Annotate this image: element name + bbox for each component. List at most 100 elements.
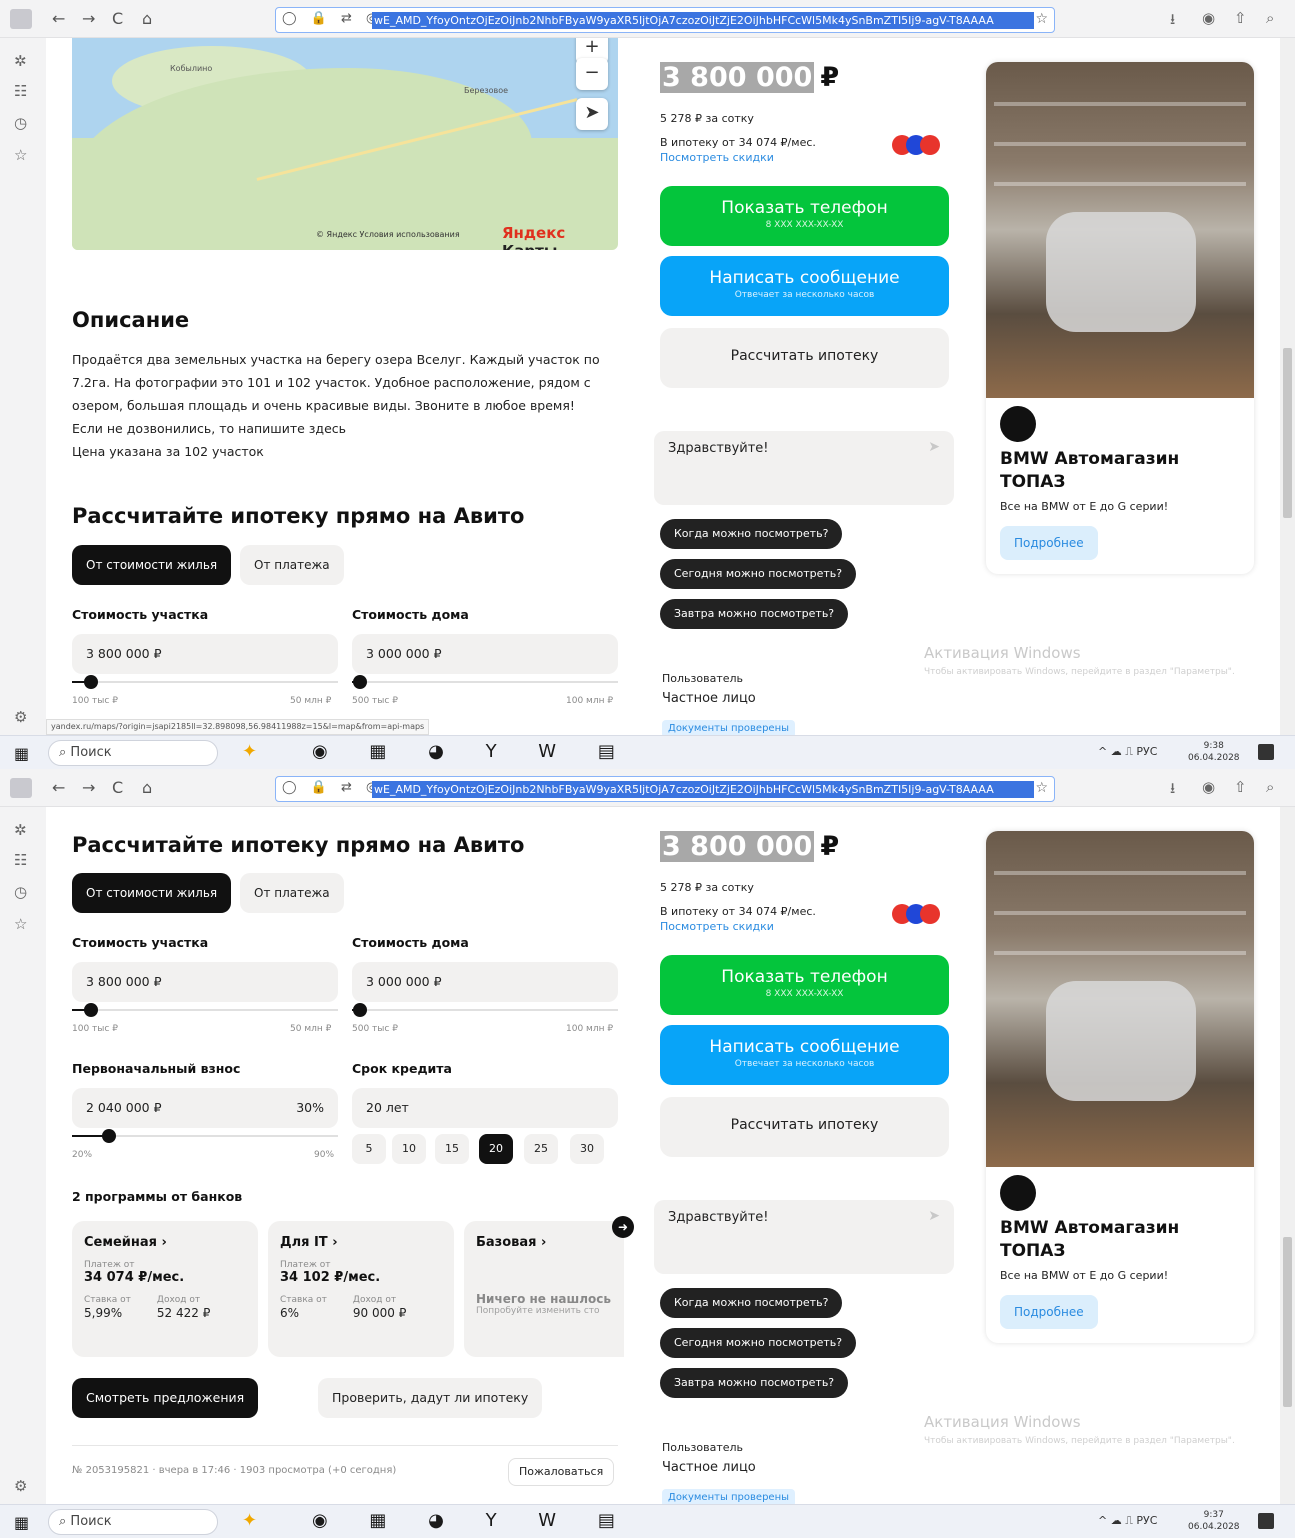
house-cost-input[interactable]: 3 000 000 ₽ <box>352 634 618 674</box>
ad-image[interactable] <box>986 831 1254 1167</box>
back-icon[interactable]: ← <box>52 9 65 28</box>
chat-input[interactable]: Здравствуйте! ➤ <box>654 1200 954 1274</box>
settings-icon[interactable]: ⚙ <box>14 1477 27 1495</box>
ad-card[interactable]: BMW Автомагазин ТОПАЗ Все на BMW от E до… <box>986 62 1254 574</box>
reload-icon[interactable]: C <box>112 778 123 797</box>
taskbar-search[interactable]: ⌕ Поиск <box>48 1509 218 1535</box>
favorites-icon[interactable]: ☆ <box>14 915 27 933</box>
quick-reply-when[interactable]: Когда можно посмотреть? <box>660 1288 843 1318</box>
home-icon[interactable]: ⌂ <box>142 9 152 28</box>
copilot-icon[interactable]: ✦ <box>242 741 257 762</box>
account-icon[interactable]: ◉ <box>1202 778 1215 796</box>
account-icon[interactable]: ◉ <box>1202 9 1215 27</box>
notifications-icon[interactable] <box>1258 744 1274 760</box>
site-info-icons[interactable]: ◯ 🔒 ⇄ ◎ <box>282 780 382 795</box>
ad-more-button[interactable]: Подробнее <box>1000 526 1098 560</box>
down-payment-slider[interactable] <box>72 1128 338 1144</box>
library-icon[interactable]: ☷ <box>14 82 27 100</box>
write-message-button[interactable]: Написать сообщение Отвечает за несколько … <box>660 1025 949 1085</box>
slider-knob[interactable] <box>84 1003 98 1017</box>
complain-button[interactable]: Пожаловаться <box>508 1458 615 1486</box>
notifications-icon[interactable] <box>1258 1513 1274 1529</box>
seller-type[interactable]: Частное лицо <box>662 691 756 706</box>
forward-icon[interactable]: → <box>82 778 95 797</box>
quick-reply-today[interactable]: Сегодня можно посмотреть? <box>660 559 857 589</box>
down-payment-input[interactable]: 2 040 000 ₽30% <box>72 1088 338 1128</box>
term-option[interactable]: 5 <box>352 1134 386 1164</box>
quick-reply-when[interactable]: Когда можно посмотреть? <box>660 519 843 549</box>
system-tray[interactable]: ^ ☁ ⎍ РУС <box>1098 1514 1157 1528</box>
downloads-icon[interactable]: ⭳ <box>1170 778 1175 803</box>
term-option[interactable]: 10 <box>392 1134 426 1164</box>
slider-knob[interactable] <box>102 1129 116 1143</box>
view-offers-button[interactable]: Смотреть предложения <box>72 1378 259 1418</box>
slider-knob[interactable] <box>353 675 367 689</box>
send-icon[interactable]: ➤ <box>928 1208 940 1224</box>
calc-mortgage-button[interactable]: Рассчитать ипотеку <box>660 328 949 388</box>
zoom-out-button[interactable]: − <box>576 58 608 90</box>
term-option[interactable]: 25 <box>524 1134 558 1164</box>
check-mortgage-button[interactable]: Проверить, дадут ли ипотеку <box>318 1378 543 1418</box>
site-info-icons[interactable]: ◯ 🔒 ⇄ ◎ <box>282 11 382 26</box>
chat-input[interactable]: Здравствуйте! ➤ <box>654 431 954 505</box>
scrollbar[interactable] <box>1280 38 1295 735</box>
quick-reply-tomorrow[interactable]: Завтра можно посмотреть? <box>660 599 849 629</box>
clock[interactable]: 9:38 06.04.2028 <box>1188 740 1240 764</box>
send-icon[interactable]: ➤ <box>928 439 940 455</box>
system-tray[interactable]: ^ ☁ ⎍ РУС <box>1098 745 1157 759</box>
menu-icon[interactable]: ⌕ <box>1266 778 1274 796</box>
url-text[interactable]: wE_AMD_YfoyOntzOjEzOiJnb2NhbFByaW9yaXR5I… <box>372 781 1034 798</box>
ad-title[interactable]: BMW Автомагазин ТОПАЗ <box>1000 1217 1240 1263</box>
house-cost-input[interactable]: 3 000 000 ₽ <box>352 962 618 1002</box>
history-icon[interactable]: ◷ <box>14 114 27 132</box>
location-map[interactable]: Кобылино Березовое + − ➤ © Яндекс Услови… <box>72 38 618 250</box>
tab-by-payment[interactable]: От платежа <box>240 873 344 913</box>
locate-icon[interactable]: ➤ <box>576 98 608 130</box>
discounts-link[interactable]: Посмотреть скидки <box>660 151 774 164</box>
ad-card[interactable]: BMW Автомагазин ТОПАЗ Все на BMW от E до… <box>986 831 1254 1343</box>
discounts-link[interactable]: Посмотреть скидки <box>660 920 774 933</box>
ad-title[interactable]: BMW Автомагазин ТОПАЗ <box>1000 448 1240 494</box>
history-icon[interactable]: ◷ <box>14 883 27 901</box>
scrollbar-thumb[interactable] <box>1283 348 1292 518</box>
house-cost-slider[interactable] <box>352 674 618 690</box>
address-bar[interactable]: ◯ 🔒 ⇄ ◎ wE_AMD_YfoyOntzOjEzOiJnb2NhbFBya… <box>275 7 1055 33</box>
bookmark-star-icon[interactable]: ☆ <box>1035 11 1048 27</box>
address-bar[interactable]: ◯ 🔒 ⇄ ◎ wE_AMD_YfoyOntzOjEzOiJnb2NhbFBya… <box>275 776 1055 802</box>
taskbar-apps[interactable]: ◉ ▦ ◕ Y W ▤ <box>312 1510 633 1531</box>
back-icon[interactable]: ← <box>52 778 65 797</box>
downloads-icon[interactable]: ⭳ <box>1170 9 1175 34</box>
program-card-family[interactable]: Семейная › Платеж от 34 074 ₽/мес. Ставк… <box>72 1221 258 1357</box>
taskbar-apps[interactable]: ◉ ▦ ◕ Y W ▤ <box>312 741 633 762</box>
settings-icon[interactable]: ⚙ <box>14 708 27 726</box>
ai-icon[interactable]: ✲ <box>14 52 27 70</box>
plot-cost-input[interactable]: 3 800 000 ₽ <box>72 962 338 1002</box>
scrollbar-thumb[interactable] <box>1283 1237 1292 1407</box>
url-text[interactable]: wE_AMD_YfoyOntzOjEzOiJnb2NhbFByaW9yaXR5I… <box>372 12 1034 29</box>
plot-cost-slider[interactable] <box>72 674 338 690</box>
menu-icon[interactable]: ⌕ <box>1266 9 1274 27</box>
quick-reply-tomorrow[interactable]: Завтра можно посмотреть? <box>660 1368 849 1398</box>
write-message-button[interactable]: Написать сообщение Отвечает за несколько … <box>660 256 949 316</box>
seller-type[interactable]: Частное лицо <box>662 1460 756 1475</box>
tab-by-price[interactable]: От стоимости жилья <box>72 873 232 913</box>
yandex-maps-logo[interactable]: Яндекс Карты <box>502 224 618 250</box>
windows-start-icon[interactable]: ▦ <box>14 744 29 763</box>
tabs-icon[interactable] <box>10 778 32 798</box>
term-option[interactable]: 15 <box>435 1134 469 1164</box>
program-card-it[interactable]: Для IT › Платеж от 34 102 ₽/мес. Ставка … <box>268 1221 454 1357</box>
home-icon[interactable]: ⌂ <box>142 778 152 797</box>
bookmark-star-icon[interactable]: ☆ <box>1035 780 1048 796</box>
map-copyright[interactable]: © Яндекс Условия использования <box>316 230 460 239</box>
scrollbar[interactable] <box>1280 807 1295 1504</box>
taskbar-search[interactable]: ⌕ Поиск <box>48 740 218 766</box>
extensions-icon[interactable]: ⇧ <box>1234 9 1247 27</box>
favorites-icon[interactable]: ☆ <box>14 146 27 164</box>
windows-start-icon[interactable]: ▦ <box>14 1513 29 1532</box>
tab-by-price[interactable]: От стоимости жилья <box>72 545 232 585</box>
term-input[interactable]: 20 лет <box>352 1088 618 1128</box>
show-phone-button[interactable]: Показать телефон 8 XXX XXX-XX-XX <box>660 186 949 246</box>
program-card-basic[interactable]: Базовая › Ничего не нашлось Попробуйте и… <box>464 1221 624 1357</box>
ai-icon[interactable]: ✲ <box>14 821 27 839</box>
show-phone-button[interactable]: Показать телефон 8 XXX XXX-XX-XX <box>660 955 949 1015</box>
